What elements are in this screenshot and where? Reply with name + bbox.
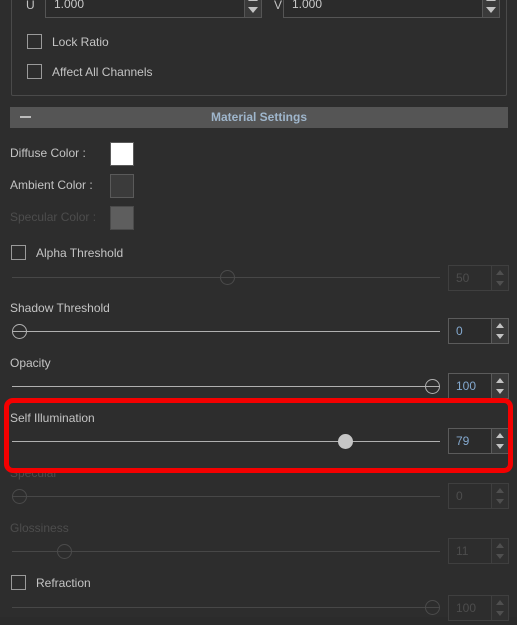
opacity-slider-handle[interactable] [425, 379, 440, 394]
refraction-checkbox-icon[interactable] [11, 575, 26, 590]
opacity-value: 100 [456, 379, 477, 393]
lock-ratio-label: Lock Ratio [52, 35, 109, 49]
material-settings-header[interactable]: Material Settings [10, 107, 508, 128]
specular-slider-handle [12, 489, 27, 504]
shadow-threshold-spinner-up-icon[interactable] [496, 323, 504, 328]
shadow-threshold-slider-track[interactable] [12, 331, 440, 332]
refraction-label: Refraction [36, 576, 91, 590]
slider-row-opacity: Opacity 100 [0, 356, 517, 406]
shadow-threshold-label: Shadow Threshold [10, 301, 110, 315]
specular-spinner-down-icon [496, 499, 504, 504]
glossiness-label: Glossiness [10, 521, 69, 535]
self-illumination-spinner[interactable] [491, 429, 508, 453]
refraction-spinner [491, 596, 508, 620]
glossiness-spinner-down-icon [496, 554, 504, 559]
alpha-threshold-slider-handle[interactable] [220, 270, 235, 285]
refraction-spinner-down-icon [496, 611, 504, 616]
material-settings-title: Material Settings [210, 110, 308, 124]
alpha-threshold-spinner-down-icon[interactable] [496, 281, 504, 286]
alpha-threshold-spinner-up-icon[interactable] [496, 270, 504, 275]
slider-row-refraction: 100 [0, 595, 517, 625]
self-illumination-slider-handle[interactable] [338, 434, 353, 449]
diffuse-color-label: Diffuse Color : [10, 146, 86, 160]
opacity-spinner-down-icon[interactable] [496, 389, 504, 394]
glossiness-value: 11 [456, 544, 469, 558]
lock-ratio-checkbox-icon[interactable] [27, 34, 42, 49]
specular-spinner-up-icon [496, 488, 504, 493]
self-illumination-slider-track[interactable] [12, 441, 440, 442]
alpha-threshold-value: 50 [456, 271, 470, 285]
slider-row-specular: Specular 0 [0, 466, 517, 516]
alpha-threshold-checkbox-icon[interactable] [11, 245, 26, 260]
alpha-threshold-spinner[interactable] [491, 266, 508, 290]
self-illumination-label: Self Illumination [10, 411, 95, 425]
opacity-spinner[interactable] [491, 374, 508, 398]
refraction-numberbox: 100 [448, 595, 509, 621]
refraction-spinner-up-icon [496, 600, 504, 605]
ambient-color-swatch[interactable] [110, 174, 134, 198]
affect-all-channels-label: Affect All Channels [52, 65, 153, 79]
self-illumination-spinner-up-icon[interactable] [496, 433, 504, 438]
self-illumination-spinner-down-icon[interactable] [496, 444, 504, 449]
shadow-threshold-slider-handle[interactable] [12, 324, 27, 339]
specular-color-label: Specular Color : [10, 210, 97, 224]
refraction-slider-handle [425, 600, 440, 615]
slider-row-alpha-threshold: 50 [0, 265, 517, 297]
slider-row-shadow-threshold: Shadow Threshold 0 [0, 301, 517, 351]
opacity-label: Opacity [10, 356, 51, 370]
glossiness-spinner [491, 539, 508, 563]
alpha-threshold-numberbox[interactable]: 50 [448, 265, 509, 291]
diffuse-color-swatch[interactable] [110, 142, 134, 166]
glossiness-slider-handle [57, 544, 72, 559]
specular-numberbox: 0 [448, 483, 509, 509]
ambient-color-label: Ambient Color : [10, 178, 93, 192]
shadow-threshold-spinner-down-icon[interactable] [496, 334, 504, 339]
slider-row-self-illumination: Self Illumination 79 [0, 411, 517, 461]
specular-spinner [491, 484, 508, 508]
self-illumination-numberbox[interactable]: 79 [448, 428, 509, 454]
alpha-threshold-label: Alpha Threshold [36, 246, 124, 260]
opacity-numberbox[interactable]: 100 [448, 373, 509, 399]
material-settings-panel: U 1.000 V 1.000 Lock Ratio Affect All Ch… [0, 0, 517, 621]
self-illumination-value: 79 [456, 434, 470, 448]
glossiness-numberbox: 11 [448, 538, 509, 564]
refraction-slider-track [12, 607, 440, 608]
opacity-spinner-up-icon[interactable] [496, 378, 504, 383]
shadow-threshold-spinner[interactable] [491, 319, 508, 343]
shadow-threshold-value: 0 [456, 324, 463, 338]
glossiness-slider-track [12, 551, 440, 552]
affect-all-channels-checkbox-icon[interactable] [27, 64, 42, 79]
glossiness-spinner-up-icon [496, 543, 504, 548]
specular-slider-track [12, 496, 440, 497]
specular-value: 0 [456, 489, 463, 503]
specular-label: Specular [10, 466, 58, 480]
specular-color-swatch [110, 206, 134, 230]
slider-row-glossiness: Glossiness 11 [0, 521, 517, 571]
refraction-value: 100 [456, 601, 477, 615]
shadow-threshold-numberbox[interactable]: 0 [448, 318, 509, 344]
opacity-slider-track[interactable] [12, 386, 440, 387]
